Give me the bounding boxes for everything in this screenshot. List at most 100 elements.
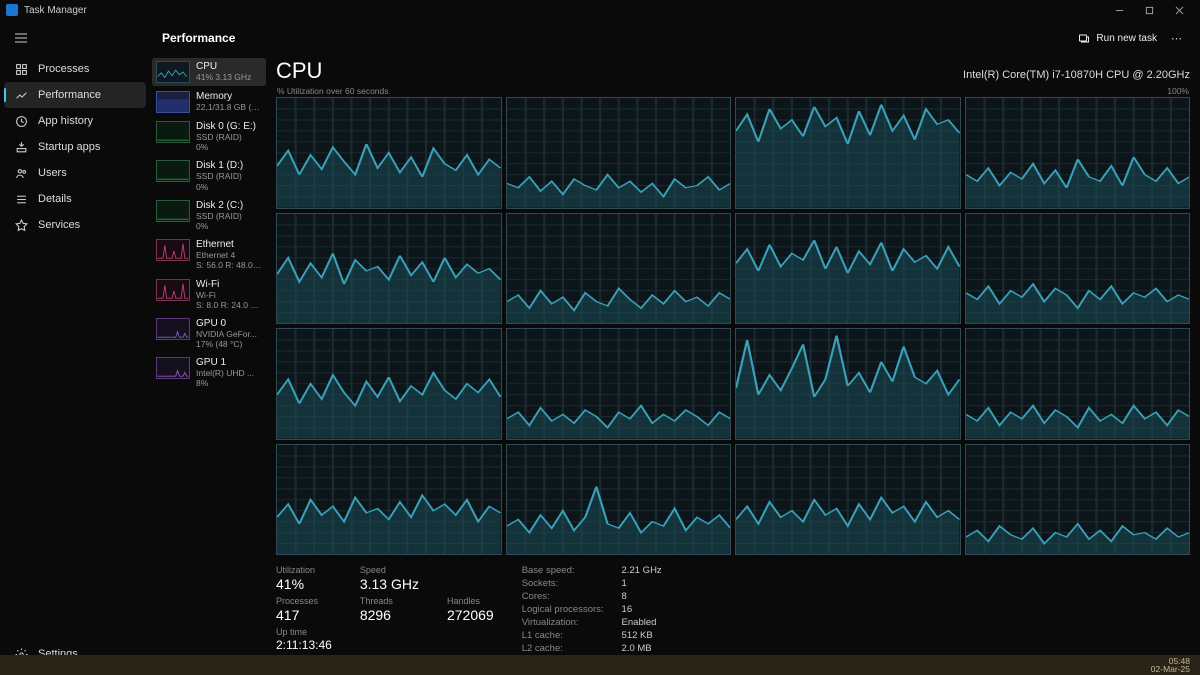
perf-thumb — [156, 239, 190, 261]
nav-icon — [14, 88, 28, 102]
kv-key: Logical processors: — [522, 604, 604, 615]
nav-item-performance[interactable]: Performance — [4, 82, 146, 108]
nav-item-details[interactable]: Details — [0, 186, 150, 212]
nav-item-processes[interactable]: Processes — [0, 56, 150, 82]
perf-item-disk-1-d-[interactable]: Disk 1 (D:)SSD (RAID)0% — [152, 157, 266, 194]
perf-sub: Ethernet 4 — [196, 250, 262, 260]
nav-item-label: Details — [38, 193, 72, 205]
cpu-core-chart-9 — [506, 328, 732, 440]
cpu-core-chart-13 — [506, 444, 732, 556]
perf-thumb — [156, 318, 190, 340]
cpu-model: Intel(R) Core(TM) i7-10870H CPU @ 2.20GH… — [963, 69, 1190, 81]
run-task-icon — [1078, 32, 1090, 44]
kv-val: 1 — [622, 578, 662, 589]
cpu-core-chart-14 — [735, 444, 961, 556]
perf-name: GPU 1 — [196, 357, 254, 368]
nav-item-services[interactable]: Services — [0, 212, 150, 238]
nav-item-label: Users — [38, 167, 67, 179]
run-new-task-button[interactable]: Run new task — [1070, 28, 1165, 48]
perf-item-memory[interactable]: Memory22.1/31.8 GB (69%) — [152, 88, 266, 116]
perf-thumb — [156, 61, 190, 83]
cpu-heading: CPU — [276, 58, 322, 84]
more-button[interactable]: ⋯ — [1165, 32, 1188, 45]
kv-key: Base speed: — [522, 565, 604, 576]
kv-key: L1 cache: — [522, 630, 604, 641]
perf-item-ethernet[interactable]: EthernetEthernet 4S: 56.0 R: 48.0 Kbps — [152, 236, 266, 273]
perf-thumb — [156, 200, 190, 222]
close-button[interactable] — [1164, 0, 1194, 20]
stat-speed: 3.13 GHz — [360, 576, 419, 592]
nav-item-label: Processes — [38, 63, 89, 75]
perf-item-wi-fi[interactable]: Wi-FiWi-FiS: 8.0 R: 24.0 Kbps — [152, 276, 266, 313]
kv-val: Enabled — [622, 617, 662, 628]
cpu-core-chart-3 — [965, 97, 1191, 209]
perf-thumb — [156, 279, 190, 301]
performance-main: CPU Intel(R) Core(TM) i7-10870H CPU @ 2.… — [270, 56, 1200, 675]
cpu-core-chart-2 — [735, 97, 961, 209]
kv-val: 512 KB — [622, 630, 662, 641]
perf-thumb — [156, 357, 190, 379]
minimize-button[interactable] — [1104, 0, 1134, 20]
nav-icon — [14, 62, 28, 76]
nav-item-app-history[interactable]: App history — [0, 108, 150, 134]
stat-label: Utilization — [276, 565, 332, 575]
perf-sub: NVIDIA GeFor... — [196, 329, 257, 339]
cpu-core-chart-7 — [965, 213, 1191, 325]
perf-name: GPU 0 — [196, 318, 257, 329]
perf-name: CPU — [196, 61, 251, 72]
stat-uptime: 2:11:13:46 — [276, 638, 332, 652]
kv-key: Sockets: — [522, 578, 604, 589]
cpu-core-chart-5 — [506, 213, 732, 325]
maximize-button[interactable] — [1134, 0, 1164, 20]
perf-item-gpu-0[interactable]: GPU 0NVIDIA GeFor...17% (48 °C) — [152, 315, 266, 352]
cpu-core-chart-1 — [506, 97, 732, 209]
run-new-task-label: Run new task — [1096, 33, 1157, 44]
perf-name: Disk 2 (C:) — [196, 200, 243, 211]
perf-sub: Intel(R) UHD ... — [196, 368, 254, 378]
cpu-core-chart-4 — [276, 213, 502, 325]
cpu-core-chart-10 — [735, 328, 961, 440]
perf-thumb — [156, 160, 190, 182]
window-title: Task Manager — [24, 5, 87, 16]
stat-label: Speed — [360, 565, 419, 575]
nav-icon — [14, 218, 28, 232]
perf-item-disk-0-g-e-[interactable]: Disk 0 (G: E:)SSD (RAID)0% — [152, 118, 266, 155]
app-icon — [6, 4, 18, 16]
perf-name: Wi-Fi — [196, 279, 262, 290]
hamburger-button[interactable] — [0, 20, 150, 56]
stat-handles: 272069 — [447, 607, 494, 623]
taskbar-date: 02-Mar-25 — [1151, 665, 1190, 674]
perf-item-cpu[interactable]: CPU41% 3.13 GHz — [152, 58, 266, 86]
nav-item-users[interactable]: Users — [0, 160, 150, 186]
content-header: Performance Run new task ⋯ — [150, 20, 1200, 56]
taskbar[interactable]: 05:48 02-Mar-25 — [0, 655, 1200, 675]
cpu-core-chart-15 — [965, 444, 1191, 556]
nav-item-label: Startup apps — [38, 141, 100, 153]
perf-sub: Wi-Fi — [196, 290, 262, 300]
nav-icon — [14, 192, 28, 206]
perf-sub: SSD (RAID) — [196, 132, 256, 142]
kv-val: 2.0 MB — [622, 643, 662, 654]
nav-item-startup-apps[interactable]: Startup apps — [0, 134, 150, 160]
kv-val: 2.21 GHz — [622, 565, 662, 576]
kv-key: Cores: — [522, 591, 604, 602]
stat-processes: 417 — [276, 607, 332, 623]
kv-val: 16 — [622, 604, 662, 615]
perf-name: Memory — [196, 91, 262, 102]
nav-item-label: Performance — [38, 89, 101, 101]
perf-name: Disk 1 (D:) — [196, 160, 243, 171]
perf-item-disk-2-c-[interactable]: Disk 2 (C:)SSD (RAID)0% — [152, 197, 266, 234]
cpu-stats: Utilization 41% Processes 417 Up time 2:… — [276, 555, 1190, 667]
stat-utilization: 41% — [276, 576, 332, 592]
axis-right-label: 100% — [1167, 86, 1189, 96]
perf-item-gpu-1[interactable]: GPU 1Intel(R) UHD ...8% — [152, 354, 266, 391]
cpu-cores-grid — [276, 97, 1190, 555]
kv-key: Virtualization: — [522, 617, 604, 628]
performance-sidebar: CPU41% 3.13 GHzMemory22.1/31.8 GB (69%)D… — [150, 56, 270, 675]
nav-item-label: App history — [38, 115, 93, 127]
stat-label: Processes — [276, 596, 332, 606]
nav-item-label: Services — [38, 219, 80, 231]
kv-val: 8 — [622, 591, 662, 602]
axis-left-label: % Utilization over 60 seconds — [277, 86, 389, 96]
left-nav: Processes Performance App history Startup a… — [0, 20, 150, 675]
